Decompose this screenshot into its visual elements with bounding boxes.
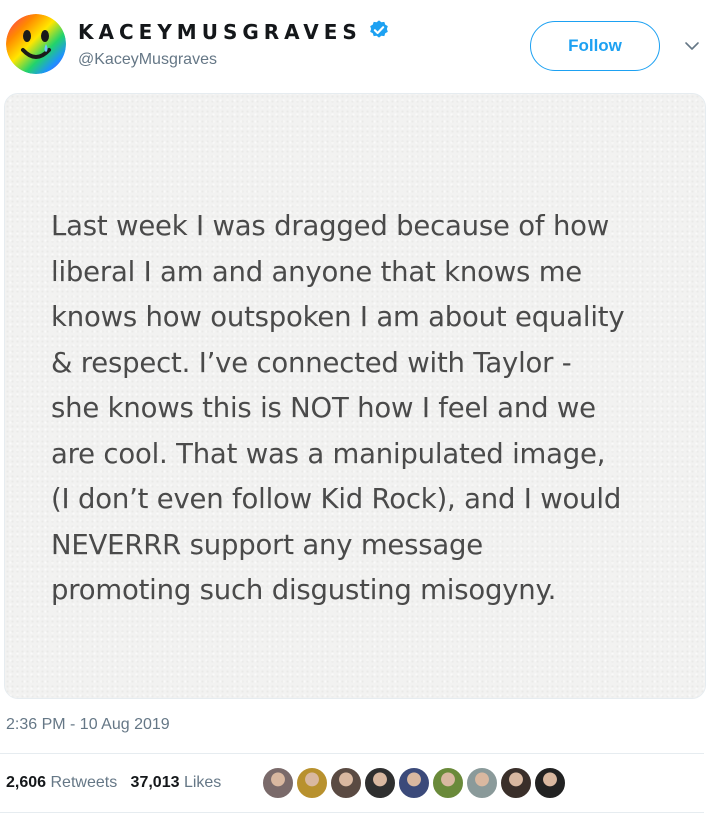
divider (0, 753, 704, 754)
retweets-count: 2,606 (6, 774, 47, 791)
tweet-stats: 2,606 Retweets 37,013 Likes (6, 774, 221, 792)
liker-avatar-8[interactable] (500, 767, 532, 799)
verified-badge-icon (370, 20, 388, 38)
note-line: & respect. I’ve connected with Taylor - (51, 346, 572, 379)
liker-avatar-3[interactable] (330, 767, 362, 799)
follow-button[interactable]: Follow (530, 21, 660, 71)
notes-app-statement: Last week I was dragged because of how l… (51, 204, 691, 614)
note-line: NEVERRR support any message (51, 528, 484, 561)
likes-label: Likes (183, 774, 222, 791)
liker-avatar-9[interactable] (534, 767, 566, 799)
note-line: promoting such disgusting misogyny. (51, 574, 557, 606)
retweets-label: Retweets (50, 774, 118, 791)
note-line: knows how outspoken I am about equality (51, 301, 625, 333)
note-line: liberal I am and anyone that knows me (51, 255, 583, 288)
divider (0, 812, 704, 813)
chevron-down-icon[interactable] (684, 38, 700, 54)
liker-avatar-2[interactable] (296, 767, 328, 799)
likes-count: 37,013 (130, 774, 180, 791)
handle[interactable]: @KaceyMusgraves (78, 51, 217, 69)
note-line: she knows this is NOT how I feel and we (51, 392, 596, 424)
liker-avatar-1[interactable] (262, 767, 294, 799)
smiley-face-rainbow-avatar (6, 14, 66, 74)
note-line: are cool. That was a manipulated image, (51, 437, 606, 470)
liker-avatar-7[interactable] (466, 767, 498, 799)
avatar[interactable] (6, 14, 66, 74)
tweet-header: KACEYMUSGRAVES @KaceyMusgraves Follow (0, 0, 727, 86)
tweet-timestamp[interactable]: 2:36 PM - 10 Aug 2019 (6, 716, 170, 734)
likes-stat[interactable]: 37,013 Likes (131, 774, 222, 791)
liker-avatar-6[interactable] (432, 767, 464, 799)
tweet-media-image[interactable]: Last week I was dragged because of how l… (4, 93, 706, 699)
note-line: Last week I was dragged because of how (51, 210, 610, 242)
liker-avatar-5[interactable] (398, 767, 430, 799)
liker-avatar-4[interactable] (364, 767, 396, 799)
display-name[interactable]: KACEYMUSGRAVES (78, 20, 362, 44)
note-line: (I don’t even follow Kid Rock), and I wo… (51, 483, 622, 515)
retweets-stat[interactable]: 2,606 Retweets (6, 774, 117, 791)
